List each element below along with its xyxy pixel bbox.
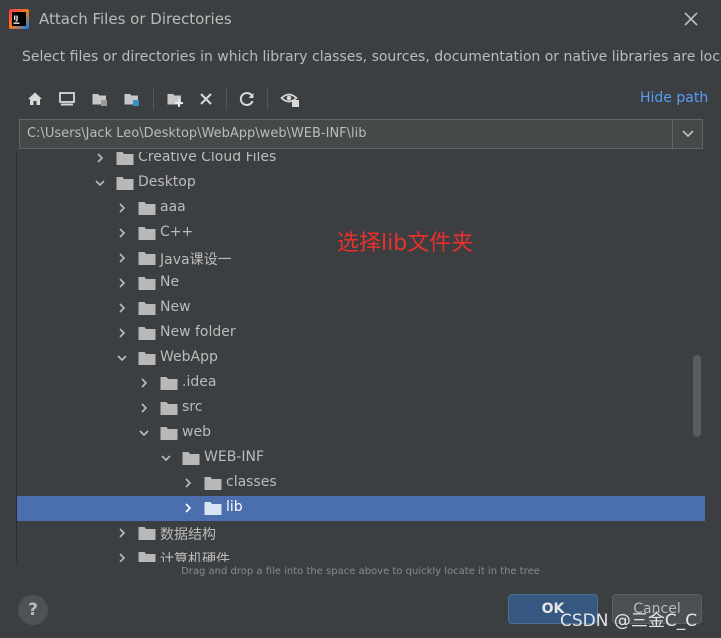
tree-item-label: New bbox=[160, 299, 191, 315]
chevron-right-icon[interactable] bbox=[138, 377, 150, 389]
instruction-annotation: 选择lib文件夹 bbox=[337, 231, 474, 256]
tree-item[interactable]: aaa bbox=[17, 196, 705, 221]
tree-item[interactable]: Creative Cloud Files bbox=[17, 152, 705, 171]
tree-item-label: Java课设一 bbox=[160, 252, 232, 268]
chevron-right-icon[interactable] bbox=[116, 327, 128, 339]
chevron-down-icon bbox=[681, 130, 694, 138]
tree-scrollbar[interactable] bbox=[693, 355, 701, 437]
tree-item-label: 计算机硬件 bbox=[160, 552, 230, 562]
help-icon: ? bbox=[28, 600, 38, 620]
folder-icon bbox=[204, 502, 222, 515]
tree-item[interactable]: classes bbox=[17, 471, 705, 496]
help-button[interactable]: ? bbox=[18, 595, 48, 625]
svg-text:IJ: IJ bbox=[14, 14, 19, 22]
folder-icon bbox=[204, 477, 222, 490]
chevron-down-icon[interactable] bbox=[94, 177, 106, 189]
chevron-right-icon[interactable] bbox=[116, 227, 128, 239]
desktop-icon[interactable] bbox=[55, 87, 79, 111]
chevron-right-icon[interactable] bbox=[116, 552, 128, 562]
intellij-app-icon: IJ bbox=[9, 9, 29, 29]
tree-item-label: web bbox=[182, 424, 211, 440]
tree-item[interactable]: 计算机硬件 bbox=[17, 546, 705, 562]
path-input[interactable] bbox=[20, 120, 672, 148]
folder-icon bbox=[138, 527, 156, 540]
tree-item-label: src bbox=[182, 399, 203, 415]
toolbar: Hide path bbox=[20, 85, 720, 113]
toolbar-separator bbox=[153, 88, 154, 110]
folder-icon bbox=[182, 452, 200, 465]
chevron-right-icon[interactable] bbox=[116, 302, 128, 314]
tree-item-label: classes bbox=[226, 474, 277, 490]
path-dropdown-button[interactable] bbox=[672, 120, 702, 148]
tree-item[interactable]: WebApp bbox=[17, 346, 705, 371]
folder-icon bbox=[160, 427, 178, 440]
window-title: Attach Files or Directories bbox=[39, 10, 232, 28]
folder-icon bbox=[116, 177, 134, 190]
folder-icon bbox=[138, 327, 156, 340]
chevron-right-icon[interactable] bbox=[138, 402, 150, 414]
toolbar-separator bbox=[267, 88, 268, 110]
chevron-right-icon[interactable] bbox=[182, 502, 194, 514]
path-combo[interactable] bbox=[19, 119, 703, 149]
hide-path-link[interactable]: Hide path bbox=[640, 90, 708, 106]
tree-item-label: aaa bbox=[160, 199, 186, 215]
project-folder-icon[interactable] bbox=[88, 87, 112, 111]
new-folder-icon[interactable] bbox=[163, 87, 187, 111]
tree-item[interactable]: src bbox=[17, 396, 705, 421]
chevron-right-icon[interactable] bbox=[116, 277, 128, 289]
tree-item-label: WEB-INF bbox=[204, 449, 264, 465]
close-icon[interactable] bbox=[681, 9, 701, 29]
chevron-right-icon[interactable] bbox=[116, 527, 128, 539]
tree-item-label: Desktop bbox=[138, 174, 196, 190]
folder-icon bbox=[138, 202, 156, 215]
toolbar-separator bbox=[226, 88, 227, 110]
chevron-right-icon[interactable] bbox=[94, 152, 106, 164]
module-folder-icon[interactable] bbox=[120, 87, 144, 111]
tree-item-label: 数据结构 bbox=[160, 527, 216, 543]
dialog-description: Select files or directories in which lib… bbox=[22, 49, 721, 65]
tree-item[interactable]: Desktop bbox=[17, 171, 705, 196]
chevron-right-icon[interactable] bbox=[116, 202, 128, 214]
folder-icon bbox=[160, 377, 178, 390]
tree-item-label: lib bbox=[226, 499, 243, 515]
delete-icon[interactable] bbox=[194, 87, 218, 111]
refresh-icon[interactable] bbox=[235, 87, 259, 111]
tree-item-label: Ne bbox=[160, 274, 180, 290]
csdn-watermark: CSDN @三金C_C bbox=[560, 611, 698, 631]
folder-icon bbox=[138, 227, 156, 240]
tree-item-label: Creative Cloud Files bbox=[138, 152, 277, 165]
folder-icon bbox=[138, 352, 156, 365]
folder-icon bbox=[138, 252, 156, 265]
tree-item[interactable]: New folder bbox=[17, 321, 705, 346]
chevron-down-icon[interactable] bbox=[160, 452, 172, 464]
folder-icon bbox=[138, 302, 156, 315]
title-bar: IJ Attach Files or Directories bbox=[0, 0, 721, 40]
tree-item-label: .idea bbox=[182, 374, 217, 390]
tree-item[interactable]: web bbox=[17, 421, 705, 446]
chevron-down-icon[interactable] bbox=[116, 352, 128, 364]
chevron-right-icon[interactable] bbox=[182, 477, 194, 489]
tree-item[interactable]: WEB-INF bbox=[17, 446, 705, 471]
drag-drop-hint: Drag and drop a file into the space abov… bbox=[181, 566, 540, 577]
chevron-right-icon[interactable] bbox=[116, 252, 128, 264]
tree-item[interactable]: New bbox=[17, 296, 705, 321]
folder-icon bbox=[138, 277, 156, 290]
folder-icon bbox=[116, 152, 134, 165]
home-icon[interactable] bbox=[23, 87, 47, 111]
tree-item[interactable]: .idea bbox=[17, 371, 705, 396]
folder-icon bbox=[160, 402, 178, 415]
tree-item[interactable]: lib bbox=[17, 496, 705, 521]
tree-item-label: WebApp bbox=[160, 349, 218, 365]
file-tree[interactable]: Creative Cloud Files Desktop aaa C++ Java课设一… bbox=[16, 152, 706, 562]
chevron-down-icon[interactable] bbox=[138, 427, 150, 439]
folder-icon bbox=[138, 552, 156, 562]
tree-item-label: C++ bbox=[160, 224, 194, 240]
tree-item[interactable]: Ne bbox=[17, 271, 705, 296]
show-hidden-icon[interactable] bbox=[278, 87, 302, 111]
tree-item[interactable]: 数据结构 bbox=[17, 521, 705, 546]
tree-item-label: New folder bbox=[160, 324, 236, 340]
